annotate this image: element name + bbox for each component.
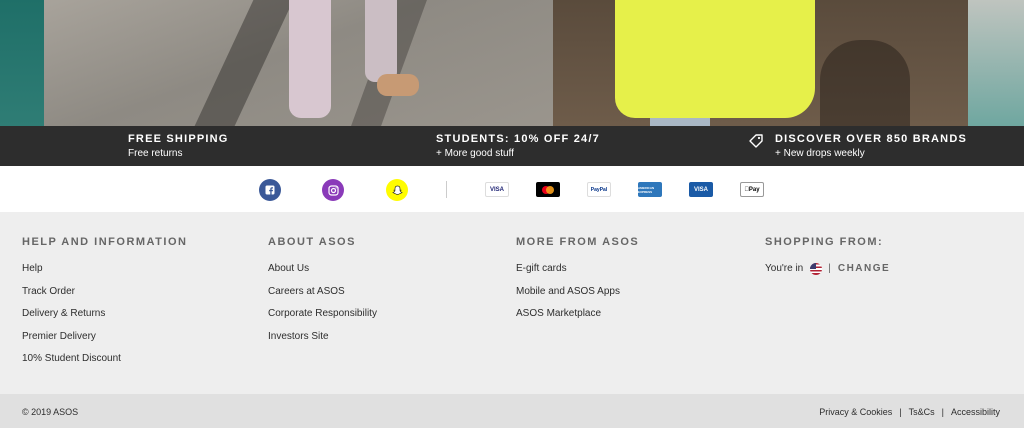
delivery-returns-link[interactable]: Delivery & Returns (22, 307, 187, 320)
instagram-icon[interactable] (322, 179, 344, 201)
about-heading: ABOUT ASOS (268, 236, 356, 248)
paypal-icon: PayPal (587, 182, 611, 197)
mastercard-icon (536, 182, 560, 197)
promo-title: STUDENTS: 10% OFF 24/7 (436, 133, 600, 145)
us-flag-icon (810, 262, 823, 275)
visa-icon: VISA (485, 182, 509, 197)
footer-links: HELP AND INFORMATION Help Track Order De… (0, 212, 1024, 394)
promo-free-shipping[interactable]: FREE SHIPPING Free returns (128, 133, 229, 160)
shopping-from-row: You're in | CHANGE (765, 262, 890, 275)
about-us-link[interactable]: About Us (268, 262, 377, 275)
mobile-apps-link[interactable]: Mobile and ASOS Apps (516, 285, 639, 298)
student-discount-link[interactable]: 10% Student Discount (22, 352, 187, 365)
about-column: ABOUT ASOS About Us Careers at ASOS Corp… (268, 236, 377, 352)
snapchat-icon[interactable] (386, 179, 408, 201)
privacy-cookies-link[interactable]: Privacy & Cookies (819, 407, 892, 417)
hero-right-edge (968, 0, 1024, 126)
more-heading: MORE FROM ASOS (516, 236, 640, 248)
bottom-bar: © 2019 ASOS Privacy & Cookies | Ts&Cs | … (0, 394, 1024, 428)
help-link[interactable]: Help (22, 262, 187, 275)
amex-icon: AMERICAN EXPRESS (638, 182, 662, 197)
hero-left-edge (0, 0, 44, 126)
promo-bar: FREE SHIPPING Free returns STUDENTS: 10%… (0, 126, 1024, 166)
accessibility-link[interactable]: Accessibility (951, 407, 1000, 417)
social-divider (446, 181, 447, 198)
shopping-heading: SHOPPING FROM: (765, 236, 884, 248)
shopping-column: SHOPPING FROM: You're in | CHANGE (765, 236, 890, 275)
promo-subtitle: + More good stuff (436, 148, 514, 159)
help-heading: HELP AND INFORMATION (22, 236, 188, 248)
careers-link[interactable]: Careers at ASOS (268, 285, 377, 298)
youre-in-label: You're in (765, 263, 804, 274)
hero-banner-image[interactable] (0, 0, 1024, 126)
track-order-link[interactable]: Track Order (22, 285, 187, 298)
corporate-responsibility-link[interactable]: Corporate Responsibility (268, 307, 377, 320)
investors-link[interactable]: Investors Site (268, 330, 377, 343)
premier-delivery-link[interactable]: Premier Delivery (22, 330, 187, 343)
price-tag-icon (749, 134, 763, 148)
promo-students[interactable]: STUDENTS: 10% OFF 24/7 + More good stuff (436, 133, 600, 160)
facebook-icon[interactable] (259, 179, 281, 201)
legal-separator: | (941, 407, 944, 417)
help-column: HELP AND INFORMATION Help Track Order De… (22, 236, 187, 375)
promo-subtitle: Free returns (128, 148, 183, 159)
legal-links: Privacy & Cookies | Ts&Cs | Accessibilit… (819, 407, 1000, 417)
hero-model-jacket (615, 0, 815, 118)
copyright-text: © 2019 ASOS (22, 407, 79, 417)
change-country-link[interactable]: CHANGE (838, 262, 890, 275)
terms-link[interactable]: Ts&Cs (909, 407, 935, 417)
promo-brands[interactable]: DISCOVER OVER 850 BRANDS + New drops wee… (775, 133, 967, 160)
more-column: MORE FROM ASOS E-gift cards Mobile and A… (516, 236, 639, 330)
apple-pay-icon: Pay (740, 182, 764, 197)
hero-left-photo (44, 0, 553, 126)
shopping-separator: | (828, 263, 831, 274)
marketplace-link[interactable]: ASOS Marketplace (516, 307, 639, 320)
social-payments-bar: VISA PayPal AMERICAN EXPRESS VISA Pay (0, 166, 1024, 212)
hero-shadow (820, 40, 910, 126)
promo-subtitle: + New drops weekly (775, 148, 865, 159)
promo-title: FREE SHIPPING (128, 133, 229, 145)
gift-cards-link[interactable]: E-gift cards (516, 262, 639, 275)
legal-separator: | (899, 407, 902, 417)
promo-title: DISCOVER OVER 850 BRANDS (775, 133, 968, 145)
visa-electron-icon: VISA (689, 182, 713, 197)
